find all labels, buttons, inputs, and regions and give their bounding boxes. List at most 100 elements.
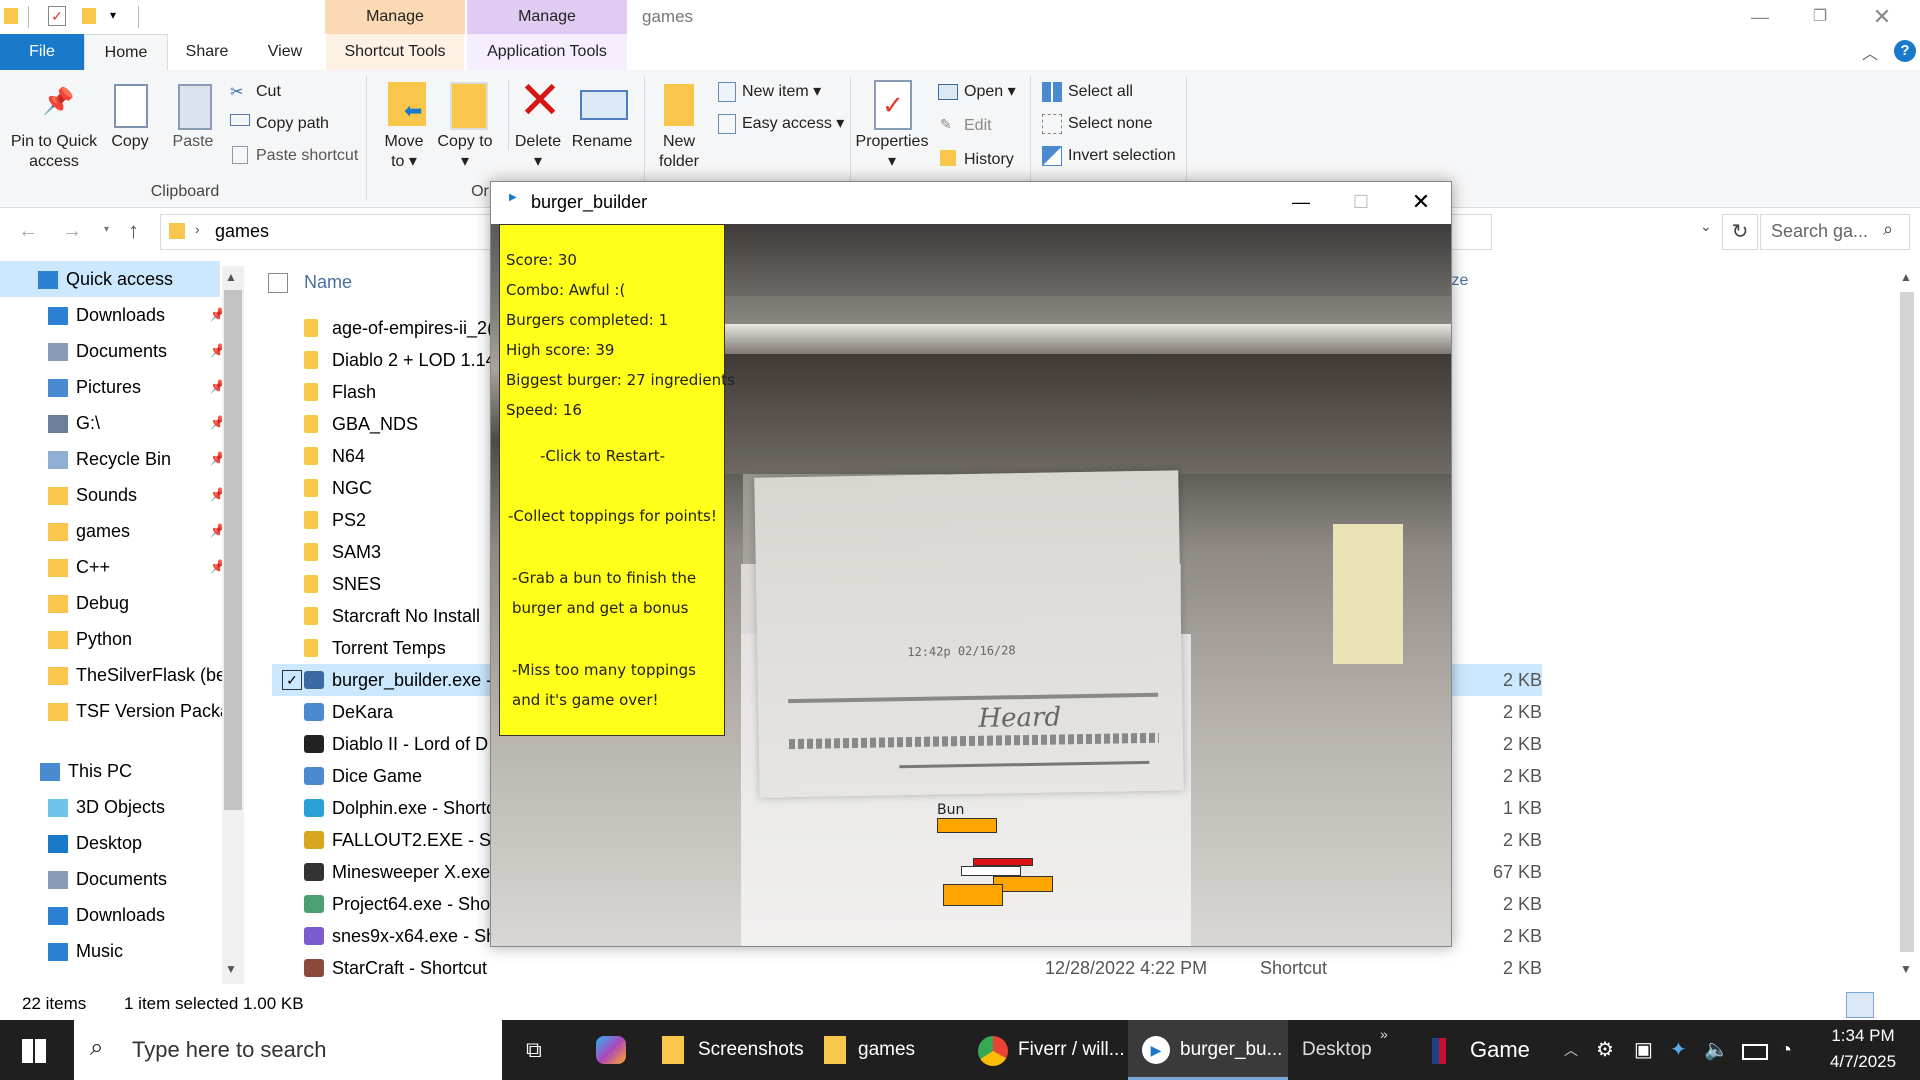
column-name-header[interactable]: Name (304, 272, 352, 293)
file-list-scrollbar[interactable]: ▲ ▼ (1896, 266, 1918, 984)
divider (138, 6, 139, 28)
game-canvas[interactable]: 12:42p 02/16/28 Heard Score: 30 Combo: A… (491, 224, 1451, 946)
scroll-thumb[interactable] (1900, 292, 1914, 952)
easy-access-button[interactable]: Easy access ▾ (742, 114, 844, 134)
clock-time[interactable]: 1:34 PM (1818, 1026, 1908, 1046)
minimize-button[interactable]: — (1730, 0, 1790, 34)
folder-icon (304, 543, 318, 561)
folder-icon (304, 639, 318, 657)
invert-selection-button[interactable]: Invert selection (1068, 146, 1176, 166)
task-view-icon[interactable]: ⧉ (526, 1020, 542, 1080)
breadcrumb[interactable]: games (215, 221, 269, 242)
copilot-icon[interactable] (596, 1036, 626, 1064)
high-score-text: High score: 39 (506, 341, 615, 359)
scroll-up-icon[interactable]: ▲ (225, 270, 237, 284)
background-rail (723, 324, 1451, 354)
file-name: DeKara (332, 702, 394, 722)
folder-icon (304, 415, 318, 433)
details-view-icon[interactable] (1846, 992, 1874, 1018)
copy-path-button[interactable]: Copy path (256, 114, 329, 134)
game-window-title: burger_builder (531, 192, 648, 212)
instruction-line: -Grab a bun to finish the (512, 569, 697, 587)
taskbar-search-input[interactable]: Type here to search (132, 1020, 326, 1080)
back-button[interactable]: ← (18, 220, 38, 243)
tab-shortcut-tools[interactable]: Shortcut Tools (326, 34, 464, 70)
forward-button[interactable]: → (62, 220, 82, 243)
manage-application-context-tab[interactable]: Manage (467, 0, 627, 34)
wifi-icon[interactable]: ◔ (1780, 1020, 1792, 1080)
restore-button[interactable]: ❐ (1790, 0, 1850, 34)
desktop-toolbar[interactable]: Desktop (1302, 1020, 1372, 1080)
folder-icon (304, 575, 318, 593)
tab-application-tools[interactable]: Application Tools (467, 34, 627, 70)
minimize-ribbon-icon[interactable]: ︿ (1862, 40, 1878, 64)
toolbar-overflow-icon[interactable]: » (1380, 1026, 1388, 1042)
scroll-up-icon[interactable]: ▲ (1900, 270, 1912, 284)
game-close-button[interactable]: ✕ (1391, 182, 1451, 222)
delete-button[interactable]: Delete ▾ (510, 132, 566, 172)
new-item-button[interactable]: New item ▾ (742, 82, 821, 102)
battery-icon[interactable] (1742, 1044, 1768, 1060)
move-to-button[interactable]: Move to ▾ (376, 132, 432, 172)
select-all-checkbox[interactable] (268, 273, 288, 293)
steam-icon[interactable]: ⚙ (1596, 1020, 1614, 1080)
help-icon[interactable]: ? (1894, 40, 1916, 62)
windows-start-icon[interactable] (22, 1039, 46, 1063)
copy-button[interactable]: Copy (106, 132, 154, 152)
address-dropdown-icon[interactable]: ⌄ (1700, 218, 1712, 235)
select-none-button[interactable]: Select none (1068, 114, 1153, 134)
properties-quick-icon[interactable]: ✓ (48, 6, 66, 26)
background-shelf (723, 224, 1451, 296)
clipboard-group-label: Clipboard (150, 183, 220, 200)
up-button[interactable]: ↑ (128, 218, 139, 244)
quick-access-toolbar-dropdown-icon[interactable]: ▾ (110, 8, 116, 22)
large-icons-view-icon[interactable] (1880, 992, 1906, 1016)
tab-home[interactable]: Home (84, 34, 168, 72)
search-box[interactable]: Search ga... ⌕ (1760, 214, 1910, 250)
shortcut-icon (304, 895, 324, 913)
clock-date[interactable]: 4/7/2025 (1818, 1052, 1908, 1072)
paste-shortcut-button[interactable]: Paste shortcut (256, 146, 358, 166)
sidebar-item-quick-access[interactable]: Quick access (0, 261, 220, 297)
edit-button[interactable]: Edit (964, 116, 992, 136)
tab-share[interactable]: Share (172, 34, 242, 70)
new-folder-button[interactable]: New folder (650, 132, 708, 172)
copy-to-button[interactable]: Copy to ▾ (436, 132, 494, 172)
volume-icon[interactable]: 🔈 (1704, 1020, 1729, 1080)
game-maximize-button[interactable]: ☐ (1331, 182, 1391, 222)
game-widget[interactable]: Game (1470, 1020, 1530, 1080)
cut-button[interactable]: Cut (256, 82, 281, 102)
taskbar-app-fiverr[interactable]: Fiverr / will... (1018, 1020, 1125, 1080)
select-all-button[interactable]: Select all (1068, 82, 1133, 102)
restart-button[interactable]: -Click to Restart- (540, 447, 665, 465)
file-row[interactable]: StarCraft - Shortcut 12/28/2022 4:22 PM Sh… (272, 952, 1542, 984)
taskbar-app-burger-builder[interactable]: burger_bu... (1180, 1020, 1282, 1080)
file-name: Dice Game (332, 766, 423, 786)
taskbar-app-games[interactable]: games (858, 1020, 915, 1080)
tab-view[interactable]: View (250, 34, 320, 70)
new-folder-quick-icon[interactable] (82, 8, 96, 24)
network-tray-icon[interactable]: ✦ (1670, 1020, 1687, 1080)
row-checkbox[interactable]: ✓ (282, 670, 302, 690)
recent-locations-icon[interactable]: ▾ (104, 224, 109, 235)
open-button[interactable]: Open ▾ (964, 82, 1016, 102)
refresh-button[interactable]: ↻ (1722, 214, 1758, 250)
tab-file[interactable]: File (0, 34, 84, 70)
properties-button[interactable]: Properties ▾ (854, 132, 930, 172)
file-name: Diablo II - Lord of D (332, 734, 489, 754)
pin-to-quick-access-button[interactable]: Pin to Quick access (4, 132, 104, 172)
taskbar-search-box[interactable]: ⌕ Type here to search (74, 1020, 502, 1080)
manage-shortcut-context-tab[interactable]: Manage (325, 0, 465, 34)
close-button[interactable]: ✕ (1850, 0, 1914, 34)
rename-button[interactable]: Rename (570, 132, 634, 152)
display-icon[interactable]: ▣ (1634, 1020, 1653, 1080)
history-button[interactable]: History (964, 150, 1014, 170)
search-input[interactable]: Search ga... (1771, 221, 1868, 242)
move-to-icon: ⬅ (388, 82, 426, 126)
show-hidden-icons-icon[interactable]: ︿ (1564, 1020, 1578, 1080)
scroll-down-icon[interactable]: ▼ (1900, 962, 1912, 976)
game-title-bar: ▶ burger_builder — ☐ ✕ (491, 182, 1451, 222)
taskbar-app-screenshots[interactable]: Screenshots (698, 1020, 804, 1080)
game-minimize-button[interactable]: — (1271, 182, 1331, 222)
paste-button[interactable]: Paste (168, 132, 218, 152)
